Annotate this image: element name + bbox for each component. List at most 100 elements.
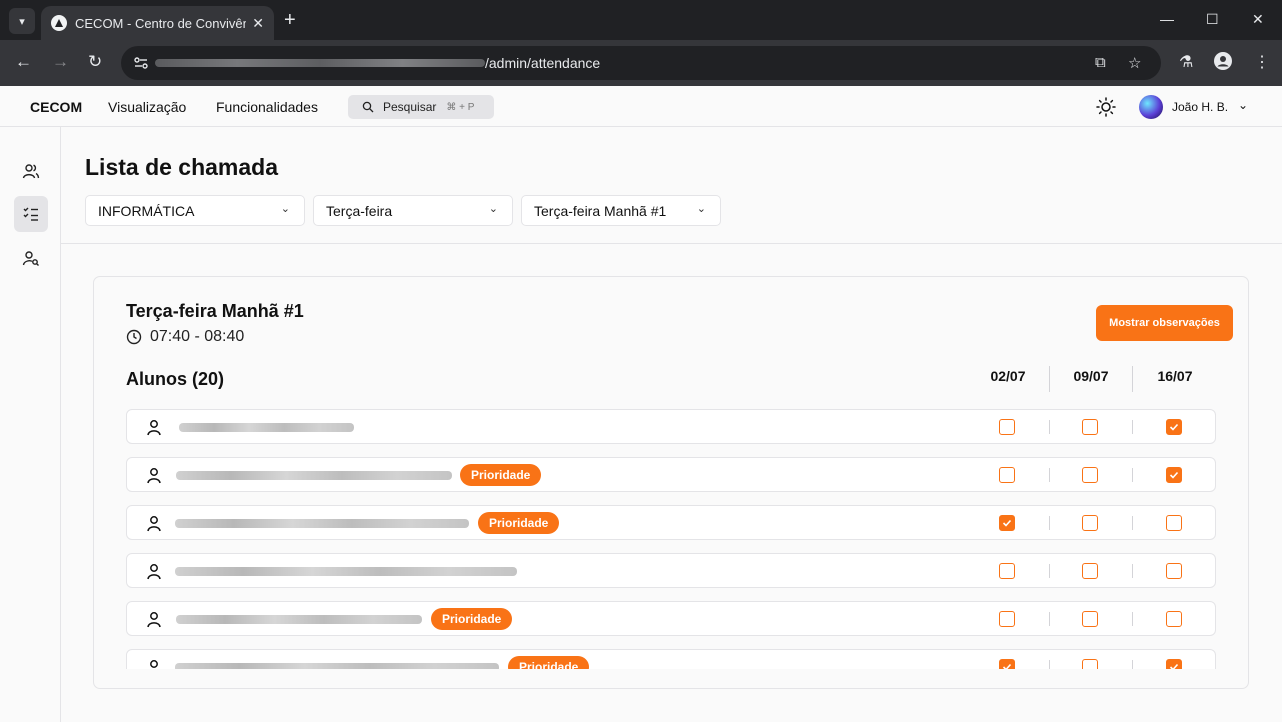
search-shortcut: ⌘ + P [446,101,475,113]
sidebar-item-users[interactable] [14,153,48,189]
site-info-icon[interactable] [133,55,149,71]
class-title: Terça-feira Manhã #1 [126,301,304,321]
attendance-checkbox[interactable] [1082,515,1098,531]
user-name[interactable]: João H. B. [1172,100,1228,114]
attendance-checkbox[interactable] [1166,611,1182,627]
close-window-icon[interactable]: ✕ [1252,11,1264,28]
install-app-icon[interactable]: ⧉ [1095,54,1106,71]
attendance-checkbox[interactable] [999,467,1015,483]
browser-toolbar: ← → ↻ /admin/attendance ⧉ ☆ ⚗ ⋮ [0,40,1282,86]
class-time-text: 07:40 - 08:40 [150,328,245,345]
url-path: /admin/attendance [485,55,601,71]
main-content: Lista de chamada INFORMÁTICA ⌄ Terça-fei… [61,127,1282,722]
minimize-icon[interactable]: — [1160,11,1174,27]
attendance-checkbox[interactable] [1082,563,1098,579]
row-divider [1132,420,1133,434]
header-divider [61,243,1282,244]
check-icon [1169,471,1179,479]
theme-toggle-sun-icon[interactable] [1096,97,1116,117]
student-name-redacted [175,519,469,528]
chevron-down-icon: ⌄ [696,203,706,215]
forward-icon[interactable]: → [52,52,69,72]
new-tab-button[interactable]: + [284,9,296,31]
course-select[interactable]: INFORMÁTICA ⌄ [85,195,305,226]
attendance-checkbox[interactable] [1082,611,1098,627]
date-divider [1132,366,1133,392]
date-header: 16/07 [1157,368,1193,384]
day-select[interactable]: Terça-feira ⌄ [313,195,513,226]
profile-icon[interactable] [1214,52,1232,75]
student-row: Prioridade [126,505,1216,540]
tab-search-button[interactable]: ▾ [9,8,35,34]
chevron-down-icon: ⌄ [280,203,290,215]
search-button[interactable]: Pesquisar ⌘ + P [348,95,494,119]
address-bar[interactable]: /admin/attendance ⧉ ☆ [121,46,1161,80]
maximize-icon[interactable]: ☐ [1206,11,1219,28]
user-search-icon [22,251,39,266]
student-name-redacted [176,471,452,480]
user-icon [147,468,161,484]
brand-logo[interactable]: CECOM [30,99,82,115]
priority-badge: Prioridade [431,608,513,630]
show-observations-button[interactable]: Mostrar observações [1096,305,1233,341]
row-divider [1049,468,1050,482]
sidebar [0,127,61,722]
date-header: 02/07 [990,368,1026,384]
attendance-checkbox[interactable] [1166,563,1182,579]
students-title: Alunos (20) [126,369,225,389]
avatar[interactable] [1139,95,1163,119]
tab-title: CECOM - Centro de Convivência [75,15,247,31]
row-divider [1049,516,1050,530]
attendance-checkbox[interactable] [1166,467,1182,483]
priority-badge: Prioridade [460,464,542,486]
browser-tab[interactable]: CECOM - Centro de Convivência ✕ [41,6,274,40]
attendance-checkbox[interactable] [999,515,1015,531]
attendance-checkbox[interactable] [1082,467,1098,483]
browser-window: ▾ CECOM - Centro de Convivência ✕ + — ☐ … [0,0,1282,722]
attendance-checkbox[interactable] [999,659,1015,669]
nav-visualizacao[interactable]: Visualização [108,99,186,115]
chevron-down-icon[interactable]: ⌄ [1238,98,1248,112]
student-name-redacted [179,423,354,432]
user-icon [147,420,161,436]
class-select-value: Terça-feira Manhã #1 [534,202,667,219]
class-select[interactable]: Terça-feira Manhã #1 ⌄ [521,195,721,226]
attendance-checkbox[interactable] [1082,659,1098,669]
row-divider [1049,612,1050,626]
close-tab-icon[interactable]: ✕ [252,15,264,32]
back-icon[interactable]: ← [15,52,32,72]
attendance-checkbox[interactable] [999,419,1015,435]
sidebar-item-user-search[interactable] [14,240,48,276]
checklist-icon [23,207,38,221]
bookmark-star-icon[interactable]: ☆ [1128,54,1141,72]
favicon-icon [51,15,67,31]
check-icon [1002,519,1012,527]
attendance-checkbox[interactable] [1082,419,1098,435]
sidebar-item-attendance[interactable] [14,196,48,232]
priority-badge: Prioridade [478,512,560,534]
attendance-checkbox[interactable] [999,611,1015,627]
attendance-checkbox[interactable] [999,563,1015,579]
url-host-redacted [155,59,485,67]
attendance-card: Terça-feira Manhã #1 07:40 - 08:40 Mostr… [93,276,1249,689]
student-row: Prioridade [126,457,1216,492]
row-divider [1132,468,1133,482]
row-divider [1132,564,1133,578]
attendance-checkbox[interactable] [1166,419,1182,435]
row-divider [1132,660,1133,669]
tab-strip: ▾ CECOM - Centro de Convivência ✕ + — ☐ … [0,0,1282,40]
reload-icon[interactable]: ↻ [88,52,102,72]
page-title: Lista de chamada [85,154,279,180]
attendance-checkbox[interactable] [1166,659,1182,669]
browser-menu-icon[interactable]: ⋮ [1254,52,1270,72]
check-icon [1169,663,1179,669]
attendance-checkbox[interactable] [1166,515,1182,531]
search-label: Pesquisar [383,100,437,114]
row-divider [1049,660,1050,669]
date-divider [1049,366,1050,392]
student-name-redacted [175,663,499,669]
student-name-redacted [176,615,422,624]
labs-flask-icon[interactable]: ⚗ [1179,52,1193,72]
row-divider [1132,612,1133,626]
nav-funcionalidades[interactable]: Funcionalidades [216,99,318,115]
